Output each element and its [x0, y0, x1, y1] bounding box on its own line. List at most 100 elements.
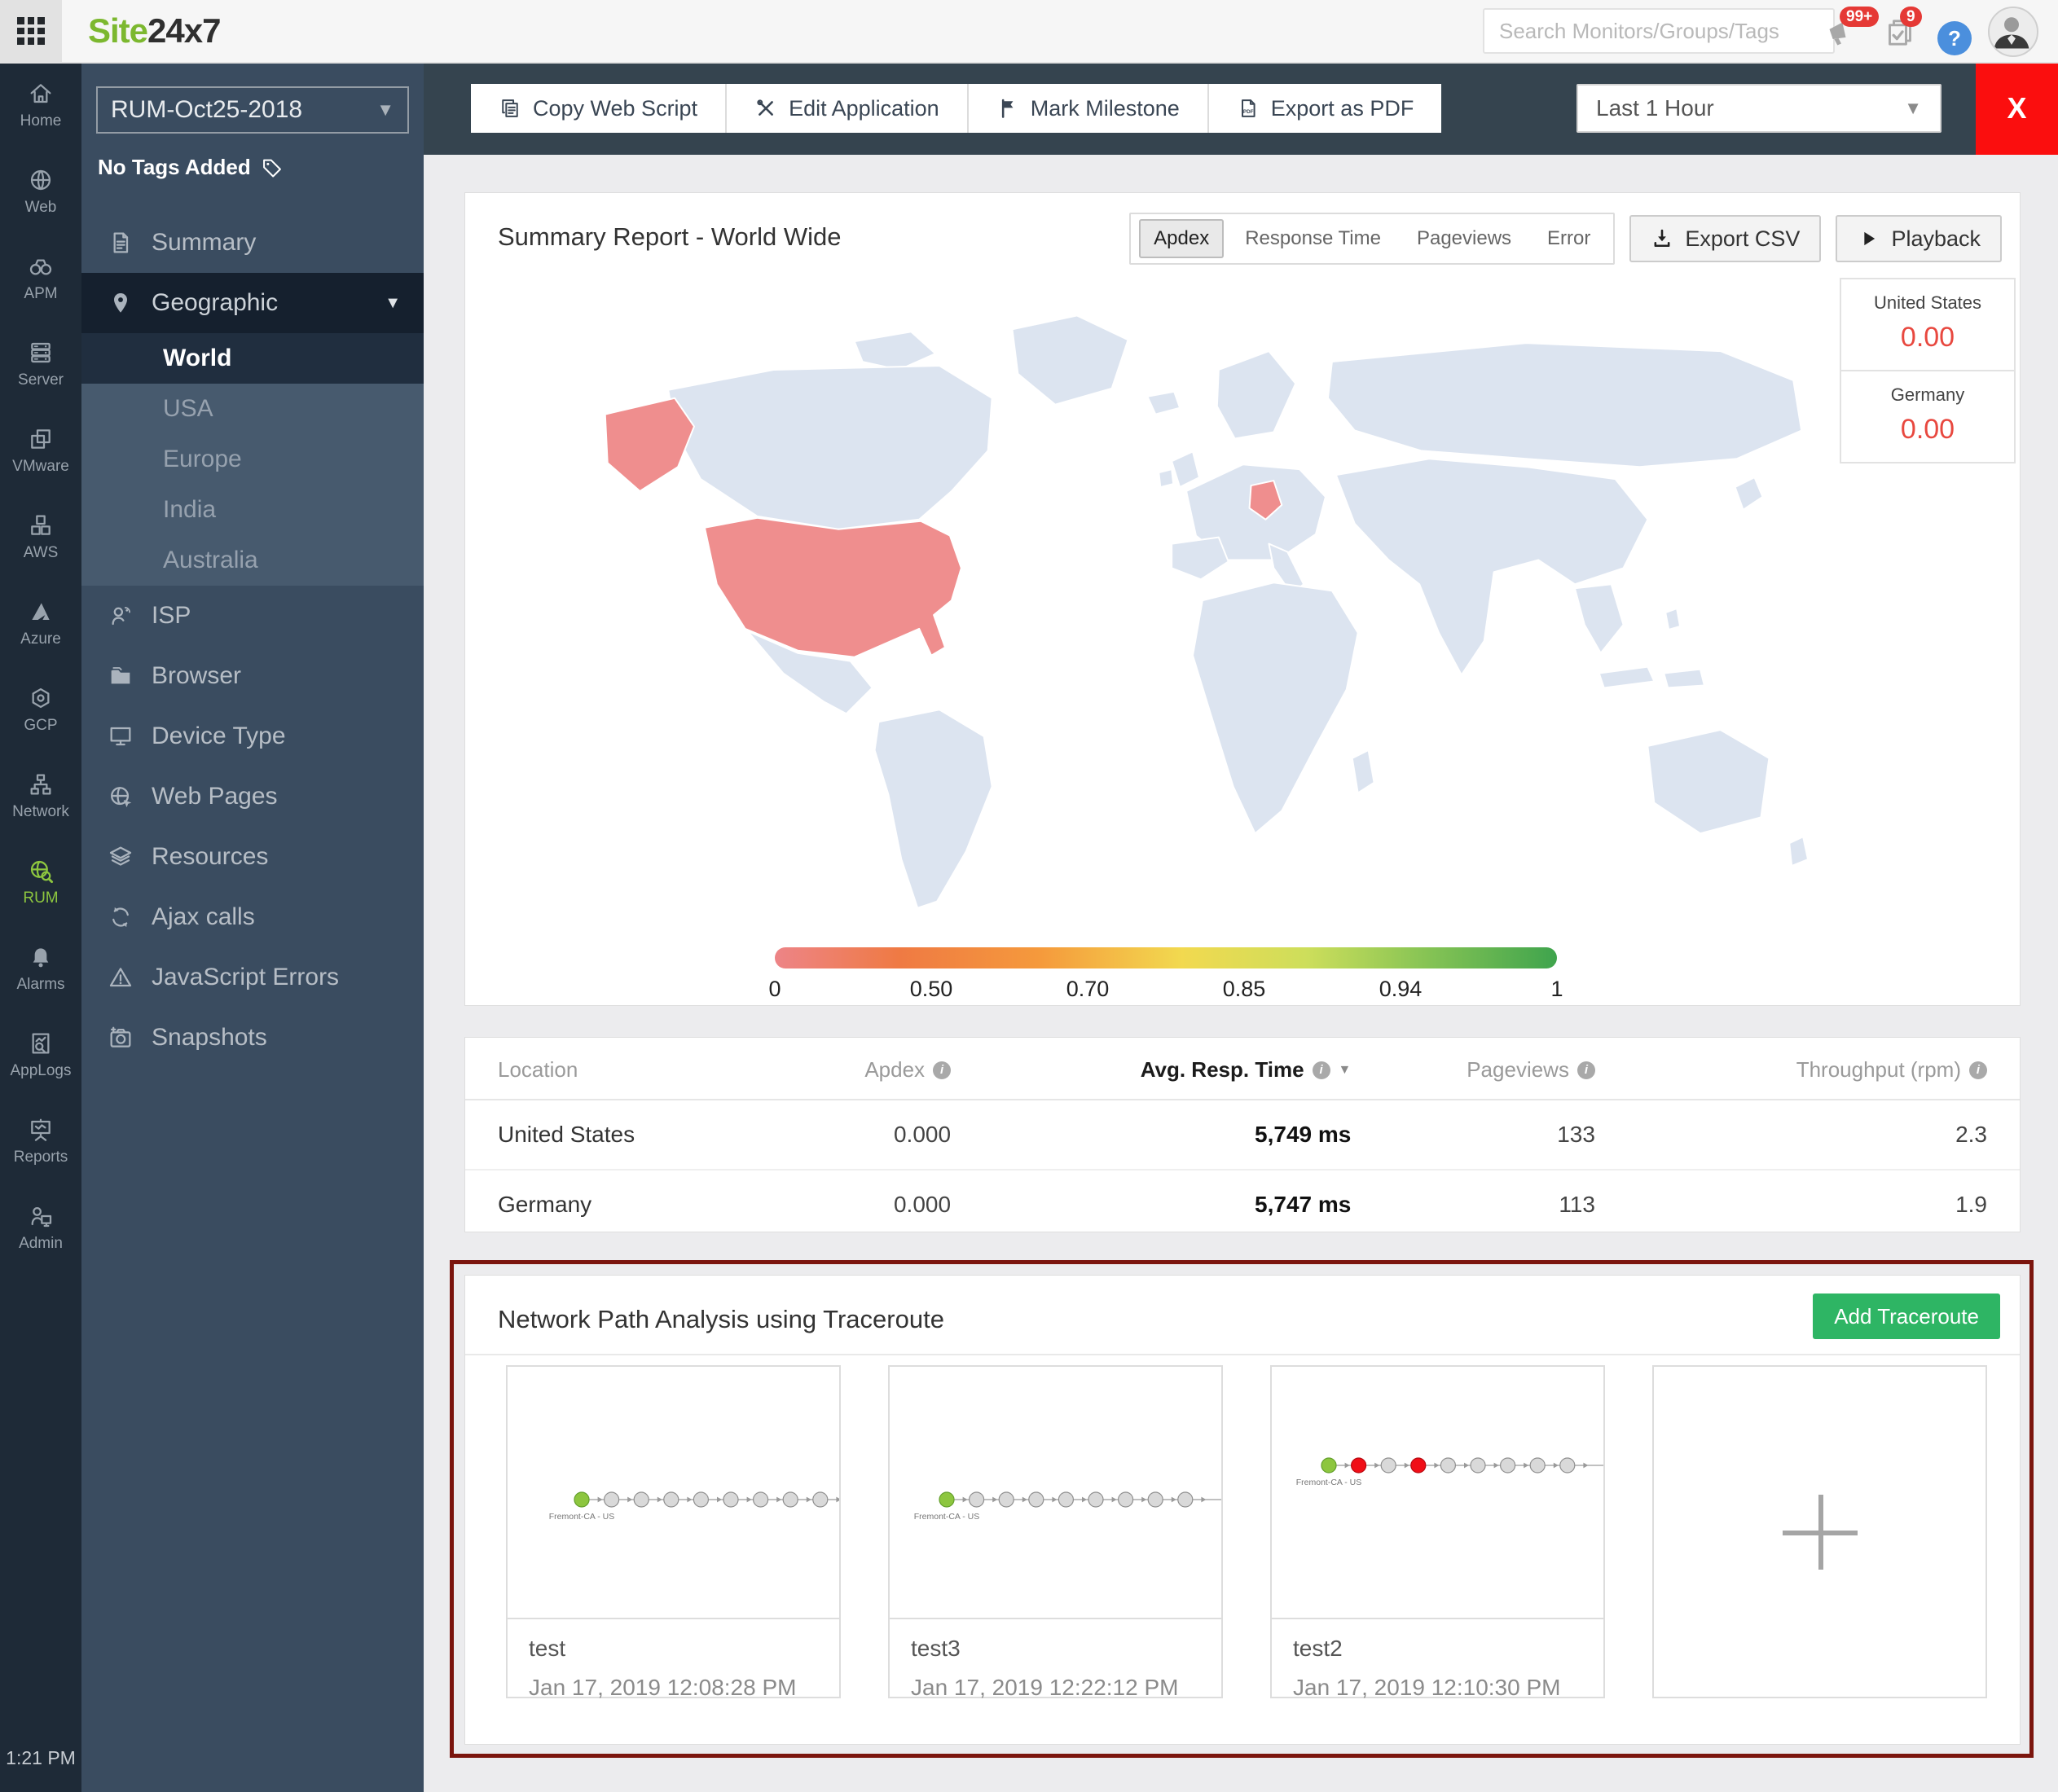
- sidebar-item-javascript-errors[interactable]: JavaScript Errors: [81, 947, 424, 1008]
- traceroute-card-test2[interactable]: Fremont-CA - US test2 Jan 17, 2019 12:10:3…: [1270, 1365, 1605, 1700]
- rail-item-reports[interactable]: Reports: [0, 1098, 81, 1184]
- column-header-label: Avg. Resp. Time: [1140, 1057, 1304, 1082]
- copy-web-script-button[interactable]: Copy Web Script: [471, 84, 728, 133]
- world-map[interactable]: [571, 291, 1818, 942]
- web-icon: [28, 167, 54, 193]
- toolbar-button-label: Edit Application: [789, 95, 939, 121]
- rail-item-applogs[interactable]: AppLogs: [0, 1012, 81, 1098]
- cell-pageviews: 133: [1351, 1100, 1595, 1171]
- apdex-scale-label: 0.70: [1066, 977, 1110, 1001]
- rail-item-aws[interactable]: AWS: [0, 494, 81, 580]
- hop-node-green: [1321, 1457, 1337, 1474]
- close-button[interactable]: X: [1976, 62, 2058, 155]
- sidebar-item-snapshots[interactable]: Snapshots: [81, 1008, 424, 1068]
- sidebar-item-australia[interactable]: Australia: [81, 535, 424, 586]
- rail-item-vmware[interactable]: VMware: [0, 407, 81, 494]
- sidebar-item-label: Summary: [152, 229, 257, 256]
- sidebar-item-device-type[interactable]: Device Type: [81, 706, 424, 766]
- export-as-pdf-button[interactable]: Export as PDF: [1208, 84, 1442, 133]
- search-input[interactable]: [1483, 8, 1835, 54]
- sidebar-item-europe[interactable]: Europe: [81, 434, 424, 485]
- hop-node-gray: [782, 1491, 798, 1508]
- report-controls: Apdex Response Time Pageviews Error Export …: [1129, 213, 2002, 265]
- traceroute-timestamp: Jan 17, 2019 12:10:30 PM: [1293, 1675, 1561, 1700]
- rail-item-azure[interactable]: Azure: [0, 580, 81, 666]
- map-russia: [1326, 342, 1803, 468]
- export-csv-button[interactable]: Export CSV: [1629, 215, 1822, 262]
- sidebar-item-label: Australia: [163, 547, 258, 573]
- time-range-select[interactable]: Last 1 Hour ▼: [1576, 84, 1941, 133]
- rail-item-home[interactable]: Home: [0, 62, 81, 148]
- download-icon: [1651, 227, 1673, 250]
- hop-node-gray: [633, 1491, 649, 1508]
- monitor-select[interactable]: RUM-Oct25-2018 ▼: [96, 86, 409, 134]
- traceroute-preview: Fremont-CA - US: [890, 1367, 1221, 1619]
- start-node-label: Fremont-CA - US: [914, 1512, 980, 1522]
- rail-item-web[interactable]: Web: [0, 148, 81, 235]
- playback-button[interactable]: Playback: [1836, 215, 2002, 262]
- sidebar-item-usa[interactable]: USA: [81, 384, 424, 434]
- column-header-label: Location: [498, 1057, 578, 1082]
- notifications-button[interactable]: 99+: [1823, 7, 1880, 49]
- reports-icon: [28, 1117, 54, 1143]
- sidebar-item-web-pages[interactable]: Web Pages: [81, 766, 424, 827]
- ajax-icon: [108, 904, 134, 930]
- traceroute-card: Network Path Analysis using Traceroute A…: [464, 1275, 2021, 1745]
- report-title: Summary Report - World Wide: [498, 222, 842, 251]
- column-header-inner: Avg. Resp. Time i ▼: [951, 1057, 1352, 1083]
- webpages-icon: [108, 784, 134, 810]
- rum-icon: [28, 858, 54, 884]
- rail-item-rum[interactable]: RUM: [0, 839, 81, 925]
- report-tabs: Apdex Response Time Pageviews Error: [1129, 213, 1616, 265]
- mark-milestone-button[interactable]: Mark Milestone: [968, 84, 1209, 133]
- legend-country-value: 0.00: [1900, 322, 1955, 353]
- plus-icon: [1782, 1494, 1858, 1570]
- sidebar-item-world[interactable]: World: [81, 333, 424, 384]
- traceroute-card-list: Fremont-CA - US test Jan 17, 2019 12:08:28…: [506, 1365, 1987, 1700]
- rail-item-gcp[interactable]: GCP: [0, 666, 81, 753]
- user-avatar[interactable]: [1988, 7, 2038, 57]
- tab-pageviews[interactable]: Pageviews: [1402, 219, 1526, 258]
- hop-node-gray: [693, 1491, 709, 1508]
- map-canada: [667, 365, 993, 530]
- app-launcher-button[interactable]: [0, 0, 62, 62]
- rail-item-server[interactable]: Server: [0, 321, 81, 407]
- hop-node-gray: [1529, 1457, 1546, 1474]
- rail-item-network[interactable]: Network: [0, 753, 81, 839]
- cell-location: Germany: [498, 1192, 592, 1217]
- sidebar-item-isp[interactable]: ISP: [81, 586, 424, 646]
- apm-icon: [28, 253, 54, 279]
- sidebar-item-browser[interactable]: Browser: [81, 646, 424, 706]
- sidebar-item-geographic[interactable]: Geographic ▼: [81, 273, 424, 333]
- add-traceroute-button[interactable]: Add Traceroute: [1813, 1293, 2000, 1339]
- add-traceroute-card[interactable]: [1652, 1365, 1987, 1698]
- info-icon: i: [1969, 1061, 1987, 1079]
- hop-node-gray: [1028, 1491, 1044, 1508]
- sidebar-item-ajax-calls[interactable]: Ajax calls: [81, 887, 424, 947]
- traceroute-card-test3[interactable]: Fremont-CA - US test3 Jan 17, 2019 12:22:1…: [888, 1365, 1223, 1700]
- help-button[interactable]: ?: [1937, 21, 1972, 55]
- browser-icon: [108, 663, 134, 689]
- tab-apdex[interactable]: Apdex: [1139, 219, 1225, 258]
- traceroute-card-test[interactable]: Fremont-CA - US test Jan 17, 2019 12:08:28…: [506, 1365, 841, 1700]
- sidebar-item-label: World: [163, 345, 232, 371]
- tab-error[interactable]: Error: [1533, 219, 1605, 258]
- sidebar-item-resources[interactable]: Resources: [81, 827, 424, 887]
- tab-response-time[interactable]: Response Time: [1230, 219, 1396, 258]
- tags-row[interactable]: No Tags Added: [98, 155, 424, 180]
- map-japan: [1734, 477, 1764, 511]
- rail-item-label: VMware: [12, 457, 69, 475]
- rail-item-label: Alarms: [16, 975, 65, 993]
- sidebar-item-summary[interactable]: Summary: [81, 213, 424, 273]
- sidebar-item-india[interactable]: India: [81, 485, 424, 535]
- rail-item-alarms[interactable]: Alarms: [0, 925, 81, 1012]
- hop-node-gray: [1559, 1457, 1576, 1474]
- azure-icon: [28, 599, 54, 625]
- rail-item-apm[interactable]: APM: [0, 235, 81, 321]
- column-header-avg-resp-time[interactable]: Avg. Resp. Time i ▼: [951, 1038, 1352, 1100]
- edit-application-button[interactable]: Edit Application: [727, 84, 969, 133]
- doc-icon: [108, 230, 134, 256]
- location-table-card: Location Apdex i Avg. Resp. Time i ▼ Pageviews…: [464, 1037, 2021, 1232]
- tasks-button[interactable]: 9: [1884, 7, 1922, 49]
- rail-item-admin[interactable]: Admin: [0, 1184, 81, 1271]
